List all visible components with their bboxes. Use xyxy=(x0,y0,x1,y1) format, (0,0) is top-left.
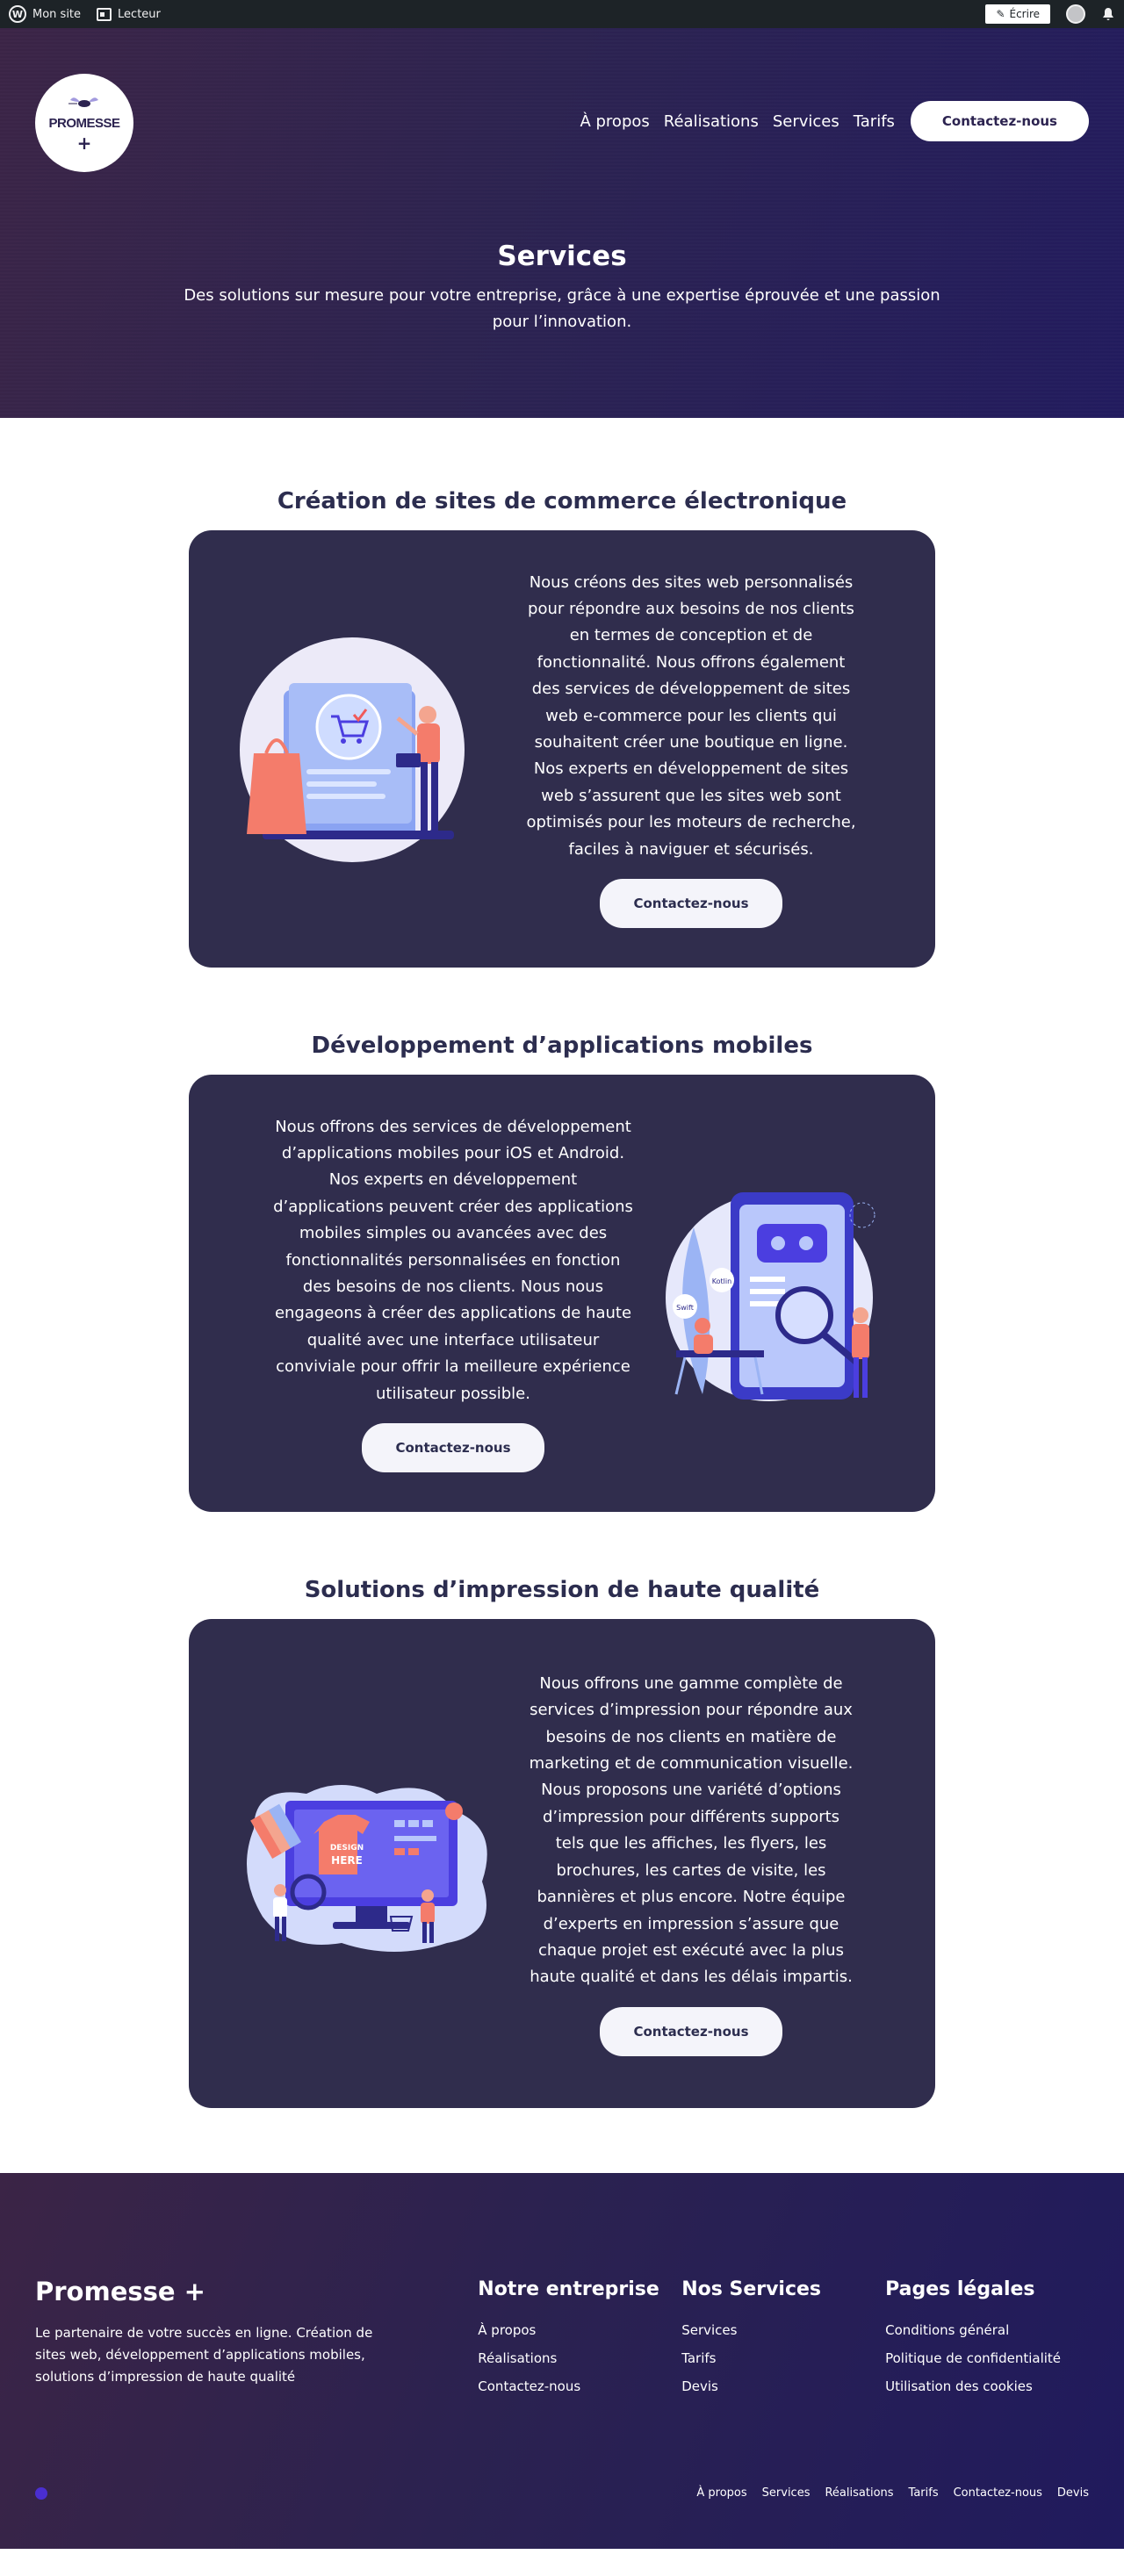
footer-brand: Promesse + Le partenaire de votre succès… xyxy=(35,2277,478,2400)
reader-label: Lecteur xyxy=(118,7,161,21)
footer-link[interactable]: À propos xyxy=(478,2316,681,2344)
ecommerce-illustration xyxy=(236,630,479,867)
footer-link[interactable]: Devis xyxy=(681,2372,885,2400)
page-title: Services xyxy=(497,241,627,272)
footer-bottom-link[interactable]: Réalisations xyxy=(825,2486,893,2500)
service-title: Solutions d’impression de haute qualité xyxy=(304,1577,820,1603)
footer-column-title: Pages légales xyxy=(885,2278,1035,2300)
footer-link[interactable]: Utilisation des cookies xyxy=(885,2372,1089,2400)
service-description: Nous offrons des services de développeme… xyxy=(273,1117,633,1403)
page-subtitle: Des solutions sur mesure pour votre entr… xyxy=(184,286,940,331)
hero-text: Services Des solutions sur mesure pour v… xyxy=(0,241,1124,335)
footer-column-title: Nos Services xyxy=(681,2278,822,2300)
reader-link[interactable]: Lecteur xyxy=(97,7,161,21)
pen-icon: ✎ xyxy=(996,8,1005,20)
service-description: Nous créons des sites web personnalisés … xyxy=(526,572,856,859)
admin-bar-right: ✎ Écrire xyxy=(985,4,1115,24)
footer-link[interactable]: Services xyxy=(681,2316,885,2344)
service-contact-button[interactable]: Contactez-nous xyxy=(362,1423,544,1473)
write-button[interactable]: ✎ Écrire xyxy=(985,4,1050,24)
nav-item-services[interactable]: Services xyxy=(773,112,839,131)
footer-column-entreprise: Notre entreprise À propos Réalisations C… xyxy=(478,2277,681,2400)
bee-icon xyxy=(68,95,100,114)
site-logo[interactable]: PROMESSE + xyxy=(35,74,133,172)
footer-link[interactable]: Tarifs xyxy=(681,2344,885,2372)
wordpress-icon: W xyxy=(9,5,26,23)
bell-icon[interactable] xyxy=(1101,7,1115,21)
footer-link[interactable]: Contactez-nous xyxy=(478,2372,681,2400)
footer-bottom: À propos Services Réalisations Tarifs Co… xyxy=(35,2486,1089,2500)
footer-column-legal: Pages légales Conditions général Politiq… xyxy=(885,2277,1089,2400)
services-section: Création de sites de commerce électroniq… xyxy=(0,418,1124,2108)
nav-item-tarifs[interactable]: Tarifs xyxy=(854,112,895,131)
service-contact-button[interactable]: Contactez-nous xyxy=(600,879,782,929)
hero-header: PROMESSE + À propos Réalisations Service… xyxy=(0,28,1124,418)
service-text-block: Nous offrons des services de développeme… xyxy=(273,1114,633,1473)
avatar[interactable] xyxy=(1066,4,1085,24)
footer-bottom-link[interactable]: À propos xyxy=(696,2486,746,2500)
footer-link[interactable]: Réalisations xyxy=(478,2344,681,2372)
write-label: Écrire xyxy=(1009,8,1041,20)
logo-plus: + xyxy=(76,132,92,154)
main-menu: À propos Réalisations Services Tarifs Co… xyxy=(580,101,1089,141)
service-card: DESIGN HERE Nous offrons une gamme compl… xyxy=(189,1619,935,2108)
nav-item-realisations[interactable]: Réalisations xyxy=(664,112,759,131)
service-card: Nous offrons des services de développeme… xyxy=(189,1075,935,1512)
footer-brand-title: Promesse + xyxy=(35,2277,205,2306)
admin-bar-left: W Mon site Lecteur xyxy=(9,5,161,23)
reader-icon xyxy=(97,7,112,21)
footer-bottom-nav: À propos Services Réalisations Tarifs Co… xyxy=(696,2486,1089,2500)
service-ecommerce: Création de sites de commerce électroniq… xyxy=(189,488,935,968)
my-site-label: Mon site xyxy=(32,7,82,21)
service-title: Développement d’applications mobiles xyxy=(311,1033,813,1059)
footer-top: Promesse + Le partenaire de votre succès… xyxy=(35,2277,1089,2400)
service-text-block: Nous offrons une gamme complète de servi… xyxy=(526,1671,856,2057)
footer-bottom-link[interactable]: Devis xyxy=(1057,2486,1089,2500)
printing-illustration: DESIGN HERE xyxy=(236,1776,496,1952)
service-mobile-apps: Développement d’applications mobiles Nou… xyxy=(189,1033,935,1512)
service-title: Création de sites de commerce électroniq… xyxy=(277,488,847,514)
footer-tagline: Le partenaire de votre succès en ligne. … xyxy=(35,2325,373,2385)
admin-bar: W Mon site Lecteur ✎ Écrire xyxy=(0,0,1124,28)
wordpress-icon[interactable] xyxy=(35,2486,47,2500)
footer-link[interactable]: Politique de confidentialité xyxy=(885,2344,1089,2372)
service-contact-button[interactable]: Contactez-nous xyxy=(600,2006,782,2057)
footer-bottom-link[interactable]: Tarifs xyxy=(909,2486,939,2500)
nav-item-a-propos[interactable]: À propos xyxy=(580,112,649,131)
contact-button[interactable]: Contactez-nous xyxy=(910,101,1089,141)
svg-text:DESIGN: DESIGN xyxy=(330,1844,364,1853)
service-card: Nous créons des sites web personnalisés … xyxy=(189,530,935,968)
footer-column-title: Notre entreprise xyxy=(478,2278,659,2300)
my-site-link[interactable]: W Mon site xyxy=(9,5,81,23)
logo-text: PROMESSE xyxy=(48,115,120,131)
site-footer: Promesse + Le partenaire de votre succès… xyxy=(0,2173,1124,2549)
service-description: Nous offrons une gamme complète de servi… xyxy=(529,1673,854,1987)
svg-text:Kotlin: Kotlin xyxy=(712,1277,731,1285)
footer-link[interactable]: Conditions général xyxy=(885,2316,1089,2344)
svg-text:HERE: HERE xyxy=(331,1854,363,1867)
service-text-block: Nous créons des sites web personnalisés … xyxy=(526,570,856,929)
svg-text:Swift: Swift xyxy=(676,1304,694,1312)
footer-bottom-link[interactable]: Services xyxy=(762,2486,811,2500)
service-printing: Solutions d’impression de haute qualité … xyxy=(189,1577,935,2108)
footer-column-services: Nos Services Services Tarifs Devis xyxy=(681,2277,885,2400)
footer-bottom-link[interactable]: Contactez-nous xyxy=(954,2486,1042,2500)
top-navigation: PROMESSE + À propos Réalisations Service… xyxy=(0,28,1124,172)
mobile-app-illustration: Kotlin Swift xyxy=(654,1175,891,1412)
